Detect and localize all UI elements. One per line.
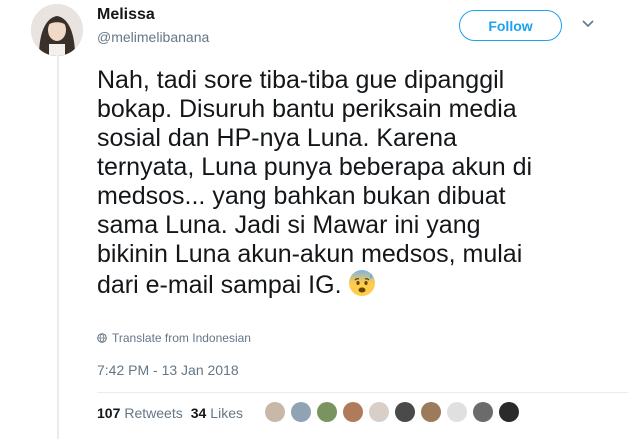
thread-line [57, 52, 59, 439]
translate-label: Translate from Indonesian [112, 331, 251, 345]
tweet-line: medsos... yang bahkan bukan dibuat [97, 182, 506, 210]
tweet-line: bikinin Luna akun-akun medsos, mulai [97, 240, 523, 268]
translate-link[interactable]: Translate from Indonesian [97, 331, 251, 345]
display-name[interactable]: Melissa [97, 6, 155, 24]
retweets-count: 107 [97, 405, 121, 421]
tweet-line: sosial dan HP-nya Luna. Karena [97, 124, 457, 152]
user-handle[interactable]: @melimelibanana [97, 29, 209, 45]
chevron-down-icon[interactable] [580, 16, 596, 32]
likes-count: 34 [190, 405, 207, 421]
liker-avatar[interactable] [447, 402, 467, 422]
avatar[interactable] [31, 4, 83, 56]
globe-icon [97, 333, 107, 343]
liker-avatar[interactable] [395, 402, 415, 422]
follow-button[interactable]: Follow [459, 10, 562, 41]
follow-button-label: Follow [488, 17, 533, 34]
timestamp[interactable]: 7:42 PM - 13 Jan 2018 [97, 362, 239, 378]
liker-avatar[interactable] [499, 402, 519, 422]
liker-avatar[interactable] [421, 402, 441, 422]
tweet-line: Nah, tadi sore tiba-tiba gue dipanggil [97, 66, 505, 94]
liker-avatar[interactable] [343, 402, 363, 422]
likes-stat[interactable]: 34 Likes [191, 405, 243, 421]
liker-avatar[interactable] [265, 402, 285, 422]
tweet-line: ternyata, Luna punya beberapa akun di [97, 153, 533, 181]
tweet-text: Nah, tadi sore tiba-tiba gue dipanggil b… [97, 66, 537, 304]
anxious-face-emoji-icon [348, 269, 376, 304]
retweets-label: Retweets [124, 405, 183, 421]
liker-avatar[interactable] [473, 402, 493, 422]
divider [97, 392, 628, 393]
tweet-line: bokap. Disuruh bantu periksain media [97, 95, 517, 123]
retweets-stat[interactable]: 107 Retweets [97, 405, 183, 421]
liker-avatar[interactable] [291, 402, 311, 422]
liker-avatar[interactable] [369, 402, 389, 422]
tweet-line: dari e-mail sampai IG. [97, 271, 342, 299]
tweet-line: sama Luna. Jadi si Mawar ini yang [97, 211, 481, 239]
likes-label: Likes [210, 405, 243, 421]
liker-avatar[interactable] [317, 402, 337, 422]
liker-avatars [265, 402, 525, 422]
tweet-stats: 107 Retweets 34 Likes [97, 405, 251, 421]
tweet-line-last: dari e-mail sampai IG. [97, 269, 537, 304]
